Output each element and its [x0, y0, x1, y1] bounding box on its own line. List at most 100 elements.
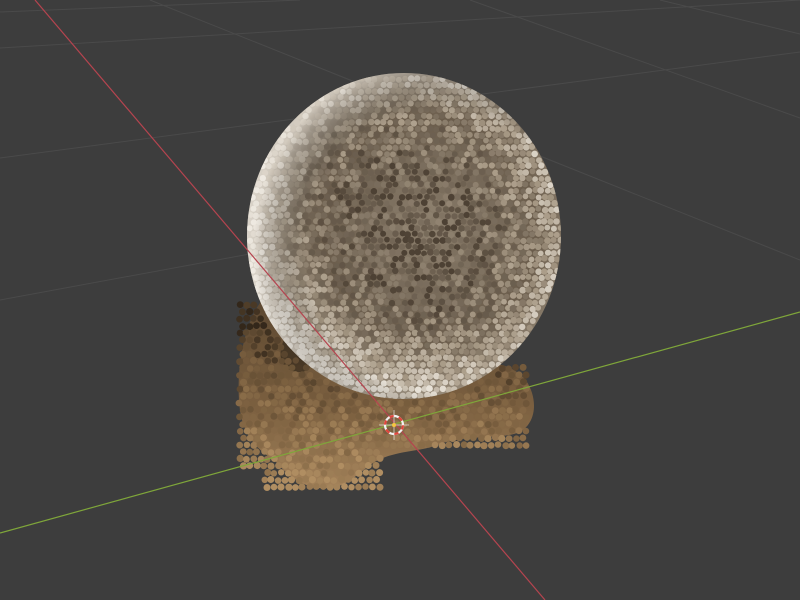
base-particle [372, 420, 380, 428]
base-particle [519, 406, 527, 414]
base-particle [242, 357, 250, 365]
base-particle [309, 462, 317, 470]
base-particle [284, 357, 292, 365]
base-particle [267, 449, 275, 456]
base-particle [284, 385, 292, 393]
base-particle [267, 364, 275, 372]
base-particle [505, 435, 513, 442]
base-particle [449, 392, 457, 400]
base-particle [368, 469, 376, 477]
base-particle [492, 420, 499, 428]
base-particle [347, 441, 355, 449]
base-particle [319, 413, 327, 421]
base-particle [334, 455, 341, 463]
base-particle [316, 393, 324, 401]
base-particle [522, 400, 530, 407]
base-particle [424, 427, 433, 435]
base-particle [254, 406, 261, 413]
base-particle [295, 462, 302, 470]
base-particle [277, 372, 285, 379]
base-particle [291, 428, 299, 436]
base-particle [298, 385, 306, 393]
base-particle [243, 441, 251, 448]
base-particle [246, 336, 254, 344]
base-particle [278, 441, 286, 449]
base-particle [513, 378, 520, 386]
base-particle [257, 343, 264, 351]
base-particle [446, 413, 453, 421]
base-particle [477, 420, 484, 428]
base-particle [250, 441, 258, 449]
base-particle [386, 434, 394, 442]
base-particle [376, 413, 384, 421]
base-particle [428, 421, 436, 428]
base-particle [463, 433, 471, 441]
base-particle [484, 435, 492, 443]
base-particle [452, 399, 460, 407]
base-particle [404, 428, 411, 436]
base-particle [516, 413, 523, 420]
base-particle [341, 483, 348, 490]
base-particle [512, 420, 520, 428]
base-particle [341, 413, 349, 421]
base-particle [428, 406, 436, 414]
viewport-scene[interactable] [0, 0, 800, 600]
base-particle [292, 441, 300, 448]
base-particle [257, 358, 264, 365]
base-particle [522, 414, 530, 421]
particle-sphere[interactable] [247, 73, 564, 399]
base-particle [373, 476, 380, 483]
base-particle [333, 385, 341, 393]
base-particle [257, 386, 265, 393]
base-particle [277, 413, 285, 421]
base-particle [274, 420, 281, 428]
base-particle [432, 399, 440, 406]
base-particle [488, 413, 496, 420]
base-particle [492, 378, 499, 386]
base-particle [274, 392, 282, 400]
grid-line [0, 0, 301, 13]
base-particle [505, 378, 513, 386]
base-particle [319, 427, 327, 435]
base-particle [390, 442, 397, 450]
base-particle [281, 378, 289, 386]
base-particle [338, 392, 345, 400]
3d-viewport[interactable] [0, 0, 800, 600]
base-particle [270, 470, 278, 477]
base-particle [359, 462, 366, 469]
base-particle [323, 462, 331, 470]
base-particle [344, 476, 352, 483]
base-particle [351, 449, 359, 457]
base-particle [340, 469, 348, 477]
base-particle [235, 399, 243, 407]
base-particle [298, 414, 306, 421]
base-particle [330, 406, 338, 413]
base-particle [261, 476, 268, 483]
base-particle [445, 441, 453, 449]
base-particle [498, 378, 506, 385]
base-particle [334, 440, 342, 448]
base-particle [442, 434, 450, 442]
base-particle [515, 427, 523, 435]
base-particle [373, 434, 381, 442]
base-particle [260, 322, 268, 329]
base-particle [277, 427, 285, 435]
base-particle [513, 435, 520, 442]
base-particle [249, 328, 257, 336]
base-particle [285, 455, 293, 462]
base-particle [361, 414, 369, 422]
base-particle [341, 455, 349, 463]
base-particle [487, 399, 495, 407]
base-particle [277, 385, 285, 393]
base-particle [421, 406, 429, 414]
base-particle [278, 399, 286, 406]
base-particle [425, 441, 433, 448]
base-particle [499, 365, 506, 372]
base-particle [306, 385, 314, 393]
base-particle [257, 315, 264, 323]
base-particle [369, 400, 376, 408]
base-particle [347, 399, 355, 406]
base-particle [274, 435, 282, 442]
base-particle [474, 386, 481, 393]
base-particle [292, 414, 300, 422]
